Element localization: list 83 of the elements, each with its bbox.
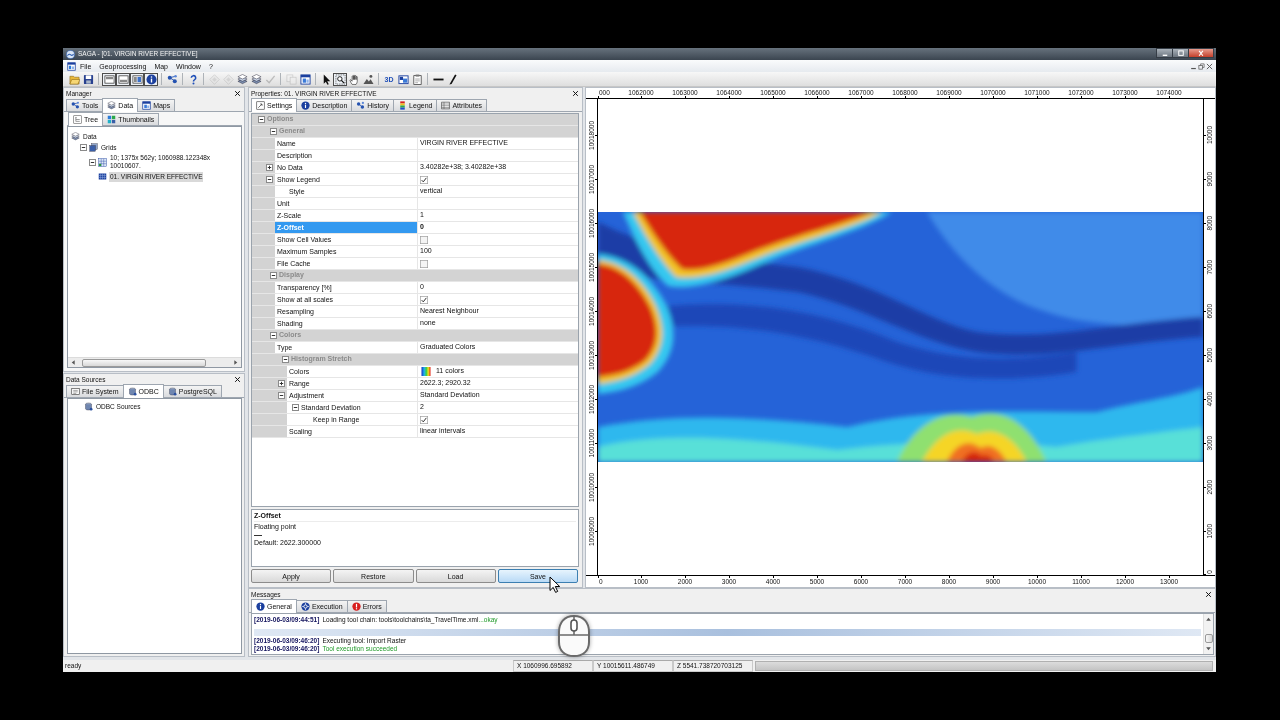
layout-icon (131, 73, 143, 85)
connected-dots-icon (71, 101, 80, 110)
database-icon (167, 387, 177, 396)
layers-icon (236, 73, 248, 85)
close-button[interactable] (571, 89, 580, 97)
toolbar-button[interactable] (130, 72, 144, 86)
restore-button[interactable] (1197, 62, 1205, 70)
close-button[interactable] (1188, 48, 1214, 58)
map-window-icon (67, 61, 76, 71)
layout-icon (117, 73, 129, 85)
grid-system-icon (98, 157, 107, 167)
layers-icon (107, 101, 117, 110)
map-window-icon (299, 73, 311, 85)
toolbar-button[interactable] (144, 72, 158, 86)
layout-icon (103, 73, 115, 85)
layers-icon (250, 73, 262, 85)
info-icon (145, 73, 157, 85)
grid-icon (98, 172, 107, 181)
toolbar-button[interactable] (81, 72, 95, 86)
maximize-icon (1175, 48, 1186, 58)
connected-dots-icon (166, 73, 178, 85)
error-icon (351, 602, 361, 611)
list-window-icon (71, 387, 80, 396)
database-icon (84, 402, 93, 411)
down-arrow-icon (1205, 645, 1212, 652)
checkbox[interactable] (420, 235, 428, 244)
checkbox[interactable] (420, 295, 428, 304)
mountain-icon (362, 73, 374, 85)
toolbar-button[interactable] (396, 72, 410, 86)
gear-icon (300, 602, 310, 611)
diamond-icon (208, 73, 220, 85)
tree-view-icon (73, 115, 82, 124)
scrollbar-thumb[interactable] (1204, 634, 1213, 643)
map-window-icon (142, 101, 152, 110)
thumbnails-icon (107, 115, 117, 124)
toolbar-button[interactable] (333, 72, 347, 86)
hand-icon (348, 73, 360, 85)
close-button[interactable] (233, 375, 242, 383)
info-icon (256, 602, 265, 611)
zoom-icon (334, 73, 346, 85)
checkbox[interactable] (420, 259, 428, 268)
legend-icon (398, 101, 408, 110)
close-icon (1205, 62, 1213, 70)
toolbar-button[interactable] (361, 72, 375, 86)
checkbox[interactable] (420, 175, 428, 184)
toolbar-button[interactable] (165, 72, 179, 86)
vertical-scrollbar[interactable] (1203, 614, 1213, 654)
arrow-box-icon (256, 101, 265, 110)
connected-dots-icon (356, 101, 366, 110)
copy-icon (285, 73, 297, 85)
folder-icon (68, 73, 80, 85)
database-icon (127, 387, 137, 396)
layers-icon (71, 132, 80, 141)
table-icon (441, 101, 451, 110)
scrollbar-thumb[interactable] (82, 358, 206, 367)
close-icon (1196, 48, 1206, 58)
restore-icon (1197, 62, 1205, 70)
horizontal-scrollbar[interactable] (68, 357, 241, 367)
toolbar-button[interactable] (298, 72, 312, 86)
picture-icon (397, 73, 409, 85)
diamond-icon (222, 73, 234, 85)
up-arrow-icon (1205, 616, 1212, 623)
clipboard-icon (411, 73, 423, 85)
minimize-button[interactable] (1156, 48, 1173, 58)
grid-stack-icon (89, 143, 98, 152)
close-button[interactable] (1204, 590, 1213, 598)
check-icon (264, 73, 276, 85)
close-icon (572, 89, 579, 97)
left-arrow-icon (70, 359, 77, 366)
close-icon (1205, 590, 1212, 598)
save-icon (82, 73, 94, 85)
toolbar-button[interactable] (116, 72, 130, 86)
cursor-icon (549, 576, 560, 593)
close-button[interactable] (233, 89, 242, 97)
close-icon (234, 89, 241, 97)
toolbar-button[interactable] (102, 72, 116, 86)
color-ramp-icon (420, 367, 432, 376)
right-arrow-icon (232, 359, 239, 366)
checkbox[interactable] (420, 415, 428, 424)
info-icon (301, 101, 311, 110)
close-icon (234, 375, 241, 383)
toolbar-button[interactable] (347, 72, 361, 86)
app-logo-icon (66, 49, 75, 59)
